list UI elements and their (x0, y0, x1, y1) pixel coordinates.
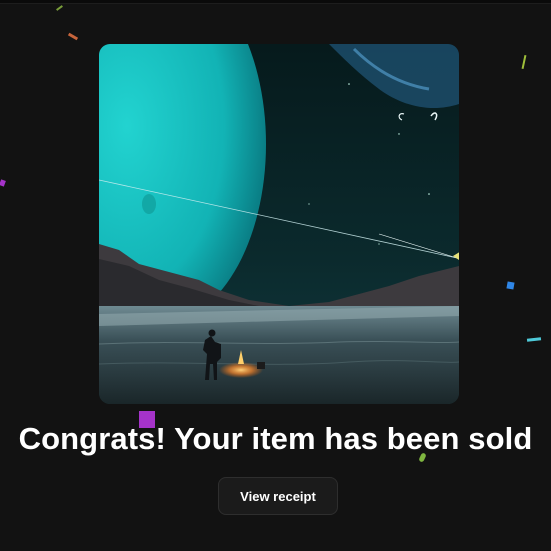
view-receipt-button[interactable]: View receipt (218, 477, 338, 515)
confetti-piece (67, 32, 79, 41)
sale-success-screen: Congrats! Your item has been sold View r… (0, 0, 551, 551)
confetti-piece (56, 5, 63, 11)
confetti-piece (526, 337, 542, 342)
confetti-piece (506, 281, 515, 290)
artwork-image (99, 44, 459, 404)
confetti-piece (0, 179, 6, 187)
confetti-piece (521, 54, 527, 70)
top-divider (0, 0, 551, 4)
sale-headline: Congrats! Your item has been sold (18, 421, 533, 456)
sold-item-artwork (99, 44, 459, 404)
